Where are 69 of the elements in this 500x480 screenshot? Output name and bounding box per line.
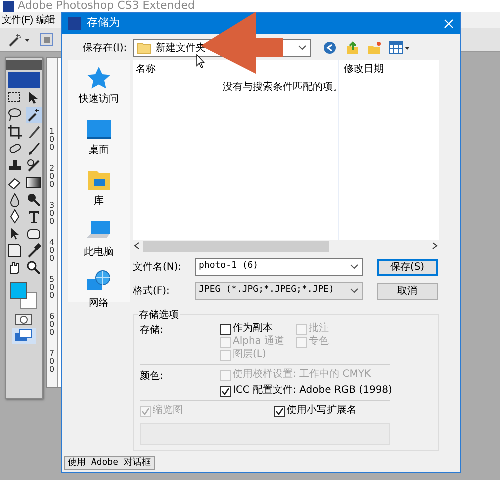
selection-mode-icon[interactable] <box>40 32 54 46</box>
star-icon <box>86 66 112 90</box>
scroll-left-icon[interactable] <box>133 242 141 250</box>
column-header[interactable]: 修改日期 <box>344 64 384 75</box>
folder-icon <box>137 41 152 55</box>
file-name-field[interactable]: photo-1 (6) <box>195 258 363 276</box>
place-item[interactable]: 快速访问 <box>79 66 119 107</box>
ruler-label: 500 <box>49 276 55 300</box>
place-item[interactable]: 桌面 <box>86 117 112 158</box>
checkbox[interactable]: ICC 配置文件: Adobe RGB (1998) <box>220 385 392 397</box>
dialog-title: 存储为 <box>87 15 121 32</box>
scrollbar-thumb[interactable] <box>143 240 329 252</box>
ruler-label: 200 <box>49 165 55 189</box>
cursor-icon <box>196 54 206 68</box>
ruler-label: 400 <box>49 239 55 263</box>
app-title: Adobe Photoshop CS3 Extended <box>18 0 195 12</box>
dialog-logo-icon <box>68 17 81 30</box>
new-folder-icon[interactable] <box>367 41 382 55</box>
ruler-label: 300 <box>49 202 55 226</box>
empty-message: 没有与搜索条件匹配的项。 <box>223 80 343 95</box>
magic-wand-icon[interactable] <box>26 107 42 123</box>
color-swatches-icon[interactable] <box>8 280 40 312</box>
zoom-icon[interactable] <box>26 260 42 276</box>
scroll-right-icon[interactable] <box>431 242 439 250</box>
ruler-label: 100 <box>49 128 55 152</box>
file-name-label: 文件名(N): <box>133 260 183 274</box>
dodge-icon[interactable] <box>26 192 42 208</box>
crop-icon[interactable] <box>6 124 22 140</box>
ruler-label: 700 <box>49 350 55 374</box>
dropdown-chevron-icon[interactable] <box>350 288 359 294</box>
checkmark-icon <box>275 406 284 416</box>
close-icon[interactable] <box>444 18 454 28</box>
lasso-icon[interactable] <box>6 107 22 123</box>
menu-item[interactable]: 编辑 <box>36 12 56 28</box>
file-list[interactable]: 名称 没有与搜索条件匹配的项。 修改日期 <box>133 60 439 240</box>
view-menu-icon[interactable] <box>389 41 410 55</box>
place-item[interactable]: 此电脑 <box>84 219 114 260</box>
format-dropdown[interactable]: JPEG (*.JPG;*.JPEG;*.JPE) <box>195 282 363 300</box>
magic-wand-icon[interactable] <box>8 32 30 46</box>
app-logo-icon <box>3 0 14 12</box>
history-brush-icon[interactable] <box>26 158 42 174</box>
eyedropper-icon[interactable] <box>26 243 42 259</box>
library-folder-icon <box>86 168 112 192</box>
up-folder-icon[interactable] <box>345 41 360 55</box>
checkmark-icon <box>141 406 150 416</box>
checkmark-icon <box>221 386 230 396</box>
place-item[interactable]: 网络 <box>86 270 112 311</box>
place-item[interactable]: 库 <box>86 168 112 209</box>
cancel-button[interactable]: 取消 <box>377 282 438 300</box>
save-button[interactable]: 保存(S) <box>377 258 438 276</box>
gradient-icon[interactable] <box>26 175 42 191</box>
save-in-label: 保存在(I): <box>83 42 128 56</box>
adobe-dialog-button[interactable]: 使用 Adobe 对话框 <box>64 456 155 470</box>
photoshop-logo-icon <box>8 72 40 88</box>
notes-icon[interactable] <box>6 243 22 259</box>
quick-mask-icon[interactable] <box>15 314 33 326</box>
desktop-icon <box>86 117 112 141</box>
checkbox[interactable]: 使用小写扩展名 <box>274 405 357 417</box>
section-label: 颜色: <box>140 370 164 384</box>
back-icon[interactable] <box>323 41 338 55</box>
screen-mode-icon[interactable] <box>12 328 36 344</box>
ruler-label: 600 <box>49 313 55 337</box>
format-label: 格式(F): <box>133 284 171 298</box>
menu-item[interactable]: 文件(F) <box>2 12 34 28</box>
column-header[interactable]: 名称 <box>136 64 156 75</box>
section-label: 存储: <box>140 324 164 338</box>
dropdown-chevron-icon[interactable] <box>298 45 308 51</box>
checkbox[interactable]: 作为副本 <box>220 323 296 335</box>
dropdown-chevron-icon[interactable] <box>350 264 359 270</box>
